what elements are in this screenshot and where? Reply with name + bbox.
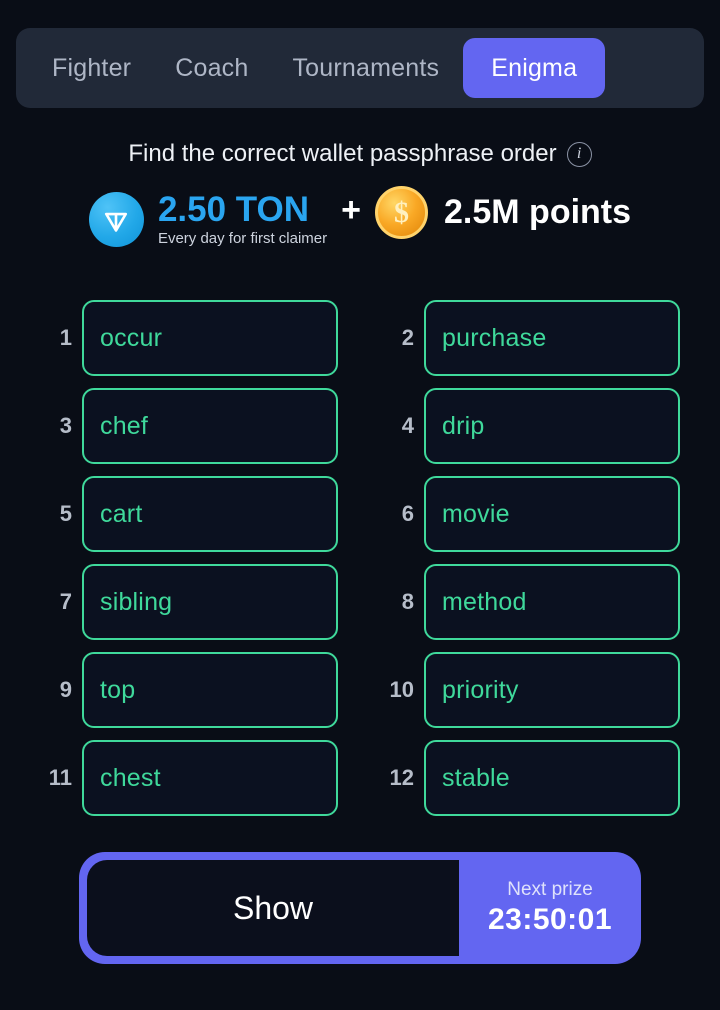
- word-index: 9: [59, 677, 72, 702]
- tab-coach-label: Coach: [175, 53, 249, 82]
- tab-tournaments[interactable]: Tournaments: [270, 38, 461, 98]
- word-box[interactable]: cart: [82, 476, 338, 552]
- word-text: purchase: [442, 323, 547, 352]
- word-text: drip: [442, 411, 485, 440]
- word-index: 10: [389, 677, 414, 702]
- word-slot: 10 priority: [382, 652, 680, 728]
- next-prize-label: Next prize: [507, 879, 593, 900]
- word-slot: 9 top: [40, 652, 338, 728]
- word-box[interactable]: chest: [82, 740, 338, 816]
- word-slot: 2 purchase: [382, 300, 680, 376]
- coin-dollar-symbol: $: [394, 195, 410, 229]
- next-prize-countdown: 23:50:01: [487, 903, 613, 936]
- tab-tournaments-label: Tournaments: [292, 53, 440, 82]
- word-index: 1: [59, 325, 72, 350]
- word-slot: 3 chef: [40, 388, 338, 464]
- ton-logo-icon: [88, 192, 144, 247]
- page-title: Find the correct wallet passphrase order…: [0, 140, 720, 168]
- word-index: 3: [59, 413, 72, 438]
- word-index: 6: [401, 501, 414, 526]
- show-button[interactable]: Show: [87, 860, 459, 956]
- word-box[interactable]: top: [82, 652, 338, 728]
- word-text: top: [100, 675, 136, 704]
- word-box[interactable]: drip: [424, 388, 680, 464]
- main-tabbar: Fighter Coach Tournaments Enigma: [16, 28, 704, 108]
- word-index: 4: [401, 413, 414, 438]
- word-text: movie: [442, 499, 510, 528]
- word-slot: 8 method: [382, 564, 680, 640]
- next-prize-timer[interactable]: Next prize 23:50:01: [459, 852, 641, 964]
- word-index: 11: [48, 765, 72, 790]
- word-text: chef: [100, 411, 149, 440]
- word-box[interactable]: movie: [424, 476, 680, 552]
- word-text: chest: [100, 763, 161, 792]
- tab-fighter-label: Fighter: [52, 53, 132, 82]
- bottom-action-bar: Show Next prize 23:50:01: [79, 852, 641, 964]
- info-icon[interactable]: i: [566, 141, 592, 167]
- word-text: cart: [100, 499, 143, 528]
- word-box[interactable]: method: [424, 564, 680, 640]
- word-index: 7: [59, 589, 72, 614]
- enigma-screen: Fighter Coach Tournaments Enigma Find th…: [0, 0, 720, 1010]
- page-title-text: Find the correct wallet passphrase order: [128, 140, 557, 167]
- tab-enigma[interactable]: Enigma: [463, 38, 606, 98]
- word-slot: 7 sibling: [40, 564, 338, 640]
- prize-plus-separator: +: [341, 191, 362, 229]
- word-box[interactable]: priority: [424, 652, 680, 728]
- word-slot: 6 movie: [382, 476, 680, 552]
- word-slot: 11 chest: [40, 740, 338, 816]
- word-box[interactable]: purchase: [424, 300, 680, 376]
- word-slot: 5 cart: [40, 476, 338, 552]
- gold-coin-icon: $: [375, 186, 429, 239]
- passphrase-grid: 1 occur 2 purchase 3 chef 4 drip 5 cart …: [40, 300, 680, 816]
- tab-coach[interactable]: Coach: [153, 38, 270, 98]
- ton-prize-block: 2.50 TON Every day for first claimer: [157, 190, 328, 247]
- tab-enigma-label: Enigma: [491, 53, 578, 82]
- prize-row: 2.50 TON Every day for first claimer + $…: [0, 186, 720, 253]
- tab-fighter[interactable]: Fighter: [30, 38, 153, 98]
- word-text: occur: [100, 323, 163, 352]
- word-index: 2: [401, 325, 414, 350]
- word-box[interactable]: occur: [82, 300, 338, 376]
- word-text: method: [442, 587, 527, 616]
- word-text: stable: [442, 763, 510, 792]
- word-index: 12: [389, 765, 414, 790]
- word-slot: 1 occur: [40, 300, 338, 376]
- show-button-label: Show: [232, 889, 314, 926]
- word-text: priority: [442, 675, 519, 704]
- word-slot: 4 drip: [382, 388, 680, 464]
- word-index: 5: [59, 501, 72, 526]
- ton-prize-amount: 2.50 TON: [157, 190, 310, 230]
- word-slot: 12 stable: [382, 740, 680, 816]
- ton-prize-subtitle: Every day for first claimer: [157, 229, 328, 247]
- word-index: 8: [401, 589, 414, 614]
- points-prize-amount: 2.5M points: [444, 193, 632, 231]
- word-box[interactable]: sibling: [82, 564, 338, 640]
- word-text: sibling: [100, 587, 173, 616]
- word-box[interactable]: stable: [424, 740, 680, 816]
- word-box[interactable]: chef: [82, 388, 338, 464]
